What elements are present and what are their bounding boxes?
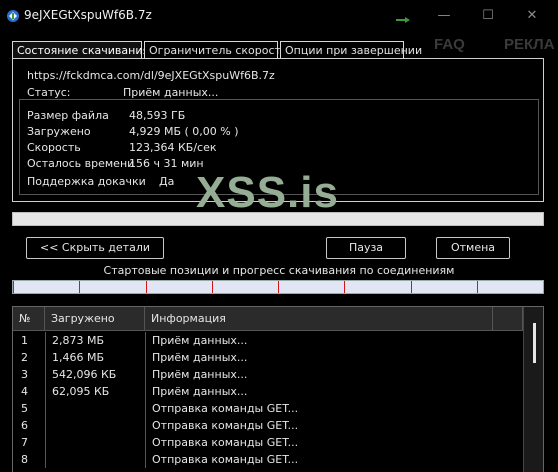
connection-marker xyxy=(145,281,147,293)
app-icon xyxy=(7,10,19,22)
title-bar: 9eJXEGtXspuWf6B.7z — ☐ ✕ xyxy=(0,0,558,32)
cell-downloaded: 542,096 КБ xyxy=(45,366,145,383)
cell-info: Отправка команды GET... xyxy=(145,434,493,451)
downloaded-value: 4,929 МБ ( 0,00 % ) xyxy=(129,125,239,138)
cell-number: 1 xyxy=(21,334,28,347)
connection-marker xyxy=(13,281,14,293)
background-nav-faq: FAQ xyxy=(434,36,465,53)
table-row[interactable]: 8 Отправка команды GET... xyxy=(13,451,523,468)
cell-number: 4 xyxy=(21,385,28,398)
column-header-downloaded[interactable]: Загружено xyxy=(45,307,145,331)
connection-marker xyxy=(344,281,346,293)
table-row[interactable]: 7 Отправка команды GET... xyxy=(13,434,523,451)
hide-details-button[interactable]: << Скрыть детали xyxy=(26,237,164,259)
file-size-label: Размер файла xyxy=(27,109,109,122)
cell-number: 8 xyxy=(21,453,28,466)
connection-marker xyxy=(79,281,81,293)
table-header: № Загружено Информация xyxy=(13,307,543,331)
column-header-number[interactable]: № xyxy=(13,307,45,331)
cell-number: 6 xyxy=(21,419,28,432)
connection-marker xyxy=(410,281,412,293)
cell-downloaded: 2,873 МБ xyxy=(45,332,145,349)
connections-caption: Стартовые позиции и прогресс скачивания … xyxy=(103,264,455,277)
cell-info: Отправка команды GET... xyxy=(145,400,493,417)
tab-speed-limiter[interactable]: Ограничитель скорости xyxy=(144,41,288,59)
cell-info: Приём данных... xyxy=(145,349,493,366)
tab-completion-options[interactable]: Опции при завершении xyxy=(280,41,422,59)
connections-progress-bar xyxy=(12,280,544,294)
table-row[interactable]: 4 62,095 КБ Приём данных... xyxy=(13,383,523,400)
cell-downloaded xyxy=(45,400,145,417)
background-nav-ads: РЕКЛА xyxy=(504,36,555,53)
cell-info: Приём данных... xyxy=(145,366,493,383)
status-value: Приём данных... xyxy=(123,86,219,99)
minimize-button[interactable]: — xyxy=(424,6,464,26)
table-row[interactable]: 6 Отправка команды GET... xyxy=(13,417,523,434)
table-row[interactable]: 3 542,096 КБ Приём данных... xyxy=(13,366,523,383)
resume-support-label: Поддержка докачки xyxy=(27,175,146,188)
cell-number: 7 xyxy=(21,436,28,449)
cell-info: Приём данных... xyxy=(145,383,493,400)
time-left-value: 156 ч 31 мин xyxy=(129,157,204,170)
table-row[interactable]: 1 2,873 МБ Приём данных... xyxy=(13,332,523,349)
column-header-info[interactable]: Информация xyxy=(145,307,493,331)
cell-info: Отправка команды GET... xyxy=(145,417,493,434)
time-left-label: Осталось времени xyxy=(27,157,135,170)
cancel-button[interactable]: Отмена xyxy=(436,237,510,259)
connection-marker xyxy=(278,281,279,293)
site-watermark: XSS.is xyxy=(196,168,339,217)
download-arrow-icon xyxy=(396,17,410,23)
cell-downloaded: 62,095 КБ xyxy=(45,383,145,400)
connections-table: № Загружено Информация 1 2,873 МБ Приём да… xyxy=(12,306,544,472)
table-row[interactable]: 5 Отправка команды GET... xyxy=(13,400,523,417)
table-scrollbar[interactable] xyxy=(523,307,543,472)
downloaded-label: Загружено xyxy=(27,125,91,138)
table-row[interactable]: 2 1,466 МБ Приём данных... xyxy=(13,349,523,366)
download-progress-bar xyxy=(12,212,544,226)
pause-button[interactable]: Пауза xyxy=(326,237,406,259)
cell-number: 3 xyxy=(21,368,28,381)
connection-marker xyxy=(211,281,213,293)
speed-label: Скорость xyxy=(27,141,81,154)
download-url: https://fckdmca.com/dl/9eJXEGtXspuWf6B.7… xyxy=(27,69,275,82)
tab-download-status[interactable]: Состояние скачивания xyxy=(12,41,149,59)
resume-support-value: Да xyxy=(159,175,175,188)
status-label: Статус: xyxy=(27,86,71,99)
maximize-button[interactable]: ☐ xyxy=(468,6,508,26)
cell-downloaded xyxy=(45,451,145,468)
cell-number: 2 xyxy=(21,351,28,364)
cell-downloaded xyxy=(45,417,145,434)
connection-marker xyxy=(476,281,478,293)
cell-info: Приём данных... xyxy=(145,332,493,349)
speed-value: 123,364 КБ/сек xyxy=(129,141,217,154)
cell-downloaded: 1,466 МБ xyxy=(45,349,145,366)
column-header-empty xyxy=(493,307,523,331)
file-size-value: 48,593 ГБ xyxy=(129,109,186,122)
table-body: 1 2,873 МБ Приём данных... 2 1,466 МБ Приём д… xyxy=(13,332,523,468)
cell-downloaded xyxy=(45,434,145,451)
scrollbar-thumb[interactable] xyxy=(533,323,536,363)
cell-info: Отправка команды GET... xyxy=(145,451,493,468)
window-title: 9eJXEGtXspuWf6B.7z xyxy=(24,8,152,22)
close-button[interactable]: ✕ xyxy=(512,6,552,26)
cell-number: 5 xyxy=(21,402,28,415)
